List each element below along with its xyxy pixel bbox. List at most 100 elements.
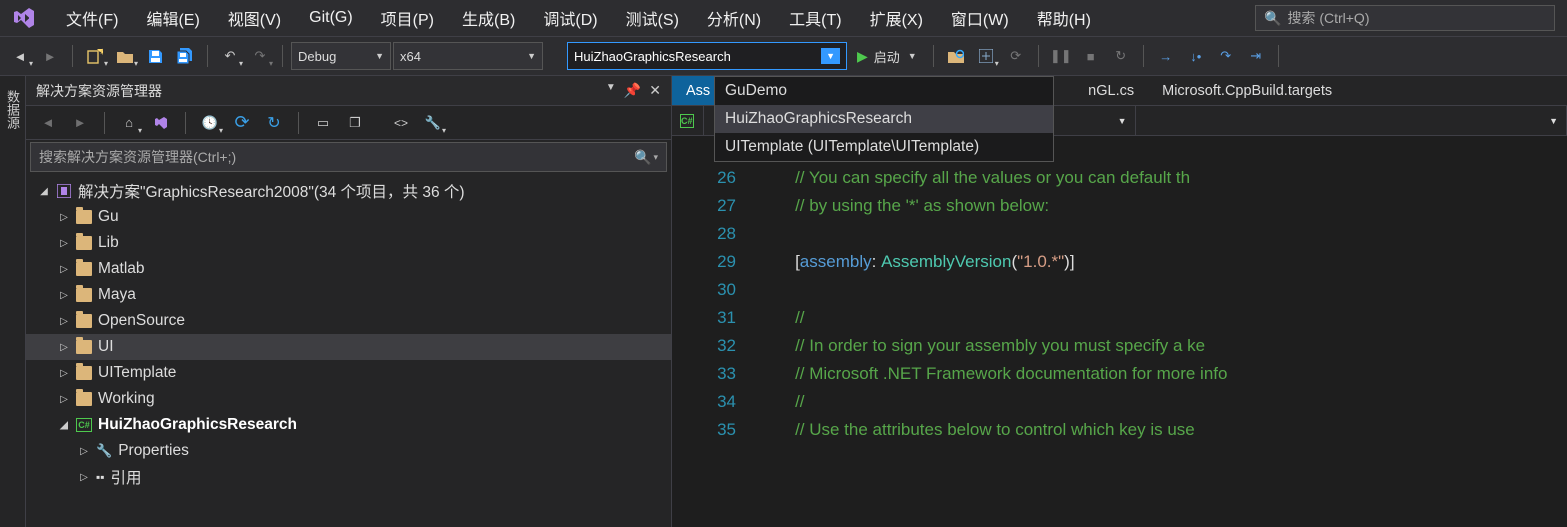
dropdown-item[interactable]: HuiZhaoGraphicsResearch <box>715 105 1053 133</box>
redo-button[interactable]: ↷ <box>246 42 274 70</box>
home-button[interactable]: ⌂ <box>115 109 143 137</box>
fwd-button[interactable]: ► <box>66 109 94 137</box>
separator <box>104 112 105 134</box>
line-number: 32 <box>672 332 762 360</box>
menu-tools[interactable]: 工具(T) <box>775 0 855 36</box>
expand-icon[interactable]: ▷ <box>58 290 70 301</box>
view-code-button[interactable]: <> <box>387 109 415 137</box>
vertical-tab-label: 数据源 <box>3 90 22 129</box>
expand-icon[interactable]: ◢ <box>58 420 70 431</box>
menu-test[interactable]: 测试(S) <box>612 0 693 36</box>
platform-combo[interactable]: x64▼ <box>393 42 543 70</box>
nav-member-combo[interactable]: ▼ <box>1136 106 1567 135</box>
solution-search[interactable]: 搜索解决方案资源管理器(Ctrl+;) 🔍▾ <box>30 142 667 172</box>
menu-file[interactable]: 文件(F) <box>52 0 132 36</box>
menu-analyze[interactable]: 分析(N) <box>693 0 775 36</box>
svg-text:✷: ✷ <box>99 48 103 57</box>
expand-icon[interactable]: ▷ <box>58 368 70 379</box>
open-button[interactable] <box>111 42 139 70</box>
expand-icon[interactable]: ▷ <box>58 394 70 405</box>
menu-help[interactable]: 帮助(H) <box>1023 0 1105 36</box>
close-icon[interactable]: ✕ <box>649 82 661 99</box>
tree-node[interactable]: ▷Working <box>26 386 671 412</box>
chevron-down-icon: ▼ <box>908 51 917 61</box>
separator <box>282 45 283 67</box>
tree-node[interactable]: ▷Gu <box>26 204 671 230</box>
tab-active-label: Ass <box>686 83 710 99</box>
tree-node[interactable]: ▷Matlab <box>26 256 671 282</box>
nav-fwd-button[interactable]: ► <box>36 42 64 70</box>
refresh-button[interactable]: ↻ <box>260 109 288 137</box>
separator <box>1278 45 1279 67</box>
sync-button[interactable]: ⟳ <box>228 109 256 137</box>
pending-changes-button[interactable]: 🕓 <box>196 109 224 137</box>
new-item-button[interactable]: ✷ <box>81 42 109 70</box>
pin-icon[interactable]: 📌 <box>624 82 641 99</box>
undo-button[interactable]: ↶ <box>216 42 244 70</box>
expand-icon[interactable]: ▷ <box>78 446 90 457</box>
nav-project-combo[interactable]: C# <box>672 106 704 135</box>
collapse-all-button[interactable]: ▭ <box>309 109 337 137</box>
tab-item[interactable]: Microsoft.CppBuild.targets <box>1148 76 1346 105</box>
expand-icon[interactable]: ▷ <box>78 472 90 483</box>
startup-project-combo[interactable]: HuiZhaoGraphicsResearch ▼ <box>567 42 847 70</box>
sync-button[interactable]: ⟳ <box>1002 42 1030 70</box>
step-over-button[interactable]: ↓• <box>1182 42 1210 70</box>
browser-link-button[interactable] <box>972 42 1000 70</box>
tree-node[interactable]: ▷Maya <box>26 282 671 308</box>
save-all-button[interactable] <box>171 42 199 70</box>
tree-node[interactable]: ▷ OpenSource <box>26 308 671 334</box>
dropdown-item[interactable]: UITemplate (UITemplate\UITemplate) <box>715 133 1053 161</box>
menu-ext[interactable]: 扩展(X) <box>856 0 937 36</box>
expand-icon[interactable]: ▷ <box>58 316 70 327</box>
tree-node-label: OpenSource <box>98 312 185 330</box>
tree-node-label: Lib <box>98 234 119 252</box>
back-button[interactable]: ◄ <box>34 109 62 137</box>
tree-node[interactable]: ◢C#HuiZhaoGraphicsResearch <box>26 412 671 438</box>
show-all-files-button[interactable]: ❐ <box>341 109 369 137</box>
dropdown-icon[interactable]: ▼ <box>606 82 616 99</box>
start-debug-button[interactable]: ▶ 启动 ▼ <box>849 42 925 70</box>
expand-icon[interactable]: ◢ <box>38 186 50 197</box>
step-out-button[interactable]: ↷ <box>1212 42 1240 70</box>
expand-icon[interactable]: ▷ <box>58 264 70 275</box>
menu-build[interactable]: 生成(B) <box>448 0 529 36</box>
code-line: 35 // Use the attributes below to contro… <box>672 416 1567 444</box>
expand-icon[interactable]: ▷ <box>58 212 70 223</box>
tree-node[interactable]: ▷UITemplate <box>26 360 671 386</box>
find-in-files-button[interactable] <box>942 42 970 70</box>
folder-icon <box>76 288 92 302</box>
solution-root[interactable]: ◢ 解决方案"GraphicsResearch2008"(34 个项目，共 36… <box>26 178 671 204</box>
stop-button[interactable]: ■ <box>1077 42 1105 70</box>
dropdown-item[interactable]: GuDemo <box>715 77 1053 105</box>
menu-debug[interactable]: 调试(D) <box>529 0 611 36</box>
tab-item[interactable]: nGL.cs <box>1074 76 1148 105</box>
code-line: 34 // <box>672 388 1567 416</box>
switch-view-button[interactable] <box>147 109 175 137</box>
step-into-button[interactable]: → <box>1152 42 1180 70</box>
menu-project[interactable]: 项目(P) <box>367 0 448 36</box>
save-button[interactable] <box>141 42 169 70</box>
folder-icon <box>76 262 92 276</box>
nav-back-button[interactable]: ◄ <box>6 42 34 70</box>
chevron-down-icon: ▼ <box>821 48 840 64</box>
config-combo[interactable]: Debug▼ <box>291 42 391 70</box>
menu-git[interactable]: Git(G) <box>295 3 367 33</box>
menu-view[interactable]: 视图(V) <box>214 0 295 36</box>
breakpoints-button[interactable]: ⇥ <box>1242 42 1270 70</box>
expand-icon[interactable]: ▷ <box>58 238 70 249</box>
restart-button[interactable]: ↻ <box>1107 42 1135 70</box>
code-editor[interactable]: 25 //26 // You can specify all the value… <box>672 136 1567 527</box>
menu-window[interactable]: 窗口(W) <box>937 0 1023 36</box>
tree-node[interactable]: ▷UI <box>26 334 671 360</box>
pause-button[interactable]: ❚❚ <box>1047 42 1075 70</box>
tree-node[interactable]: ▷ Lib <box>26 230 671 256</box>
vertical-tab-datasource[interactable]: 数据源 <box>0 76 26 527</box>
tree-node[interactable]: ▷▪▪引用 <box>26 464 671 490</box>
global-search[interactable]: 🔍 搜索 (Ctrl+Q) <box>1255 5 1555 31</box>
tree-node[interactable]: ▷🔧Properties <box>26 438 671 464</box>
menu-edit[interactable]: 编辑(E) <box>132 0 213 36</box>
properties-button[interactable]: 🔧 <box>419 109 447 137</box>
expand-icon[interactable]: ▷ <box>58 342 70 353</box>
solution-tree: ◢ 解决方案"GraphicsResearch2008"(34 个项目，共 36… <box>26 174 671 527</box>
